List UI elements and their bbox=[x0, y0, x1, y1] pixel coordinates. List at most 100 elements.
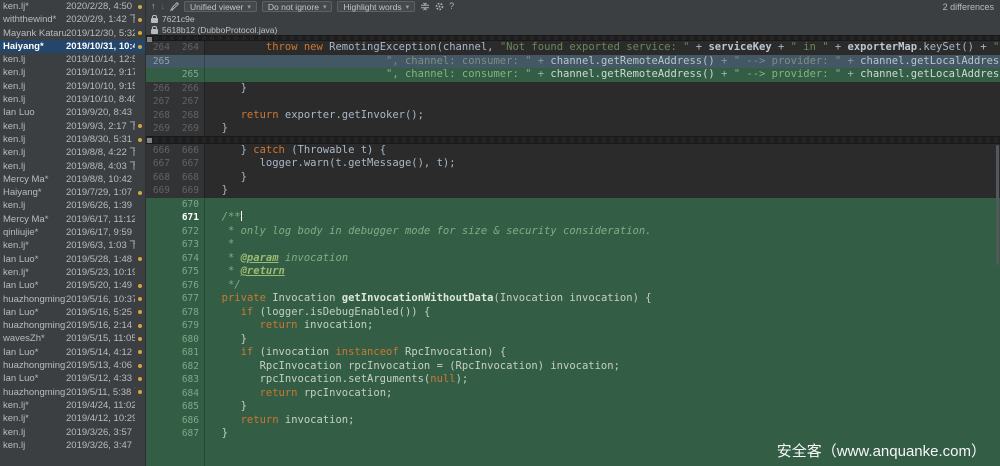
code-line[interactable]: 685 } bbox=[146, 400, 1000, 414]
new-line-number: 685 bbox=[175, 400, 204, 414]
code-line[interactable]: 683 rpcInvocation.setArguments(null); bbox=[146, 373, 1000, 387]
history-row[interactable]: ken.lj2019/10/10, 9:15 下午 bbox=[0, 80, 145, 93]
history-row[interactable]: Ian Luo*2019/5/14, 4:12 下午 bbox=[0, 346, 145, 359]
collapsed-region[interactable] bbox=[146, 35, 1000, 41]
new-line-number: 676 bbox=[175, 279, 204, 293]
unified-viewer-dropdown[interactable]: Unified viewer ▾ bbox=[184, 1, 257, 12]
code-line[interactable]: 684 return rpcInvocation; bbox=[146, 387, 1000, 401]
history-row[interactable]: Mercy Ma*2019/6/17, 11:12 上午 bbox=[0, 213, 145, 226]
history-row[interactable]: Ian Luo*2019/5/20, 1:49 下午 bbox=[0, 279, 145, 292]
next-difference-icon[interactable]: ↓ bbox=[161, 2, 166, 11]
history-row[interactable]: Ian Luo*2019/5/28, 1:48 下午 bbox=[0, 253, 145, 266]
history-row[interactable]: ken.lj2019/9/3, 2:17 下午 bbox=[0, 120, 145, 133]
history-row[interactable]: ken.lj2019/8/8, 4:22 下午 bbox=[0, 146, 145, 159]
code-text bbox=[204, 198, 1000, 212]
code-line[interactable]: 667667 logger.warn(t.getMessage(), t); bbox=[146, 157, 1000, 171]
code-line[interactable]: 265 ", channel: consumer: " + channel.ge… bbox=[146, 68, 1000, 82]
fold-handle[interactable] bbox=[147, 138, 152, 143]
history-row[interactable]: ken.lj*2019/4/24, 11:02 上午 bbox=[0, 399, 145, 412]
code-text: } bbox=[204, 184, 1000, 198]
history-row[interactable]: qinliujie*2019/6/17, 9:59 上午 bbox=[0, 226, 145, 239]
highlight-mode-dropdown[interactable]: Highlight words ▾ bbox=[337, 1, 415, 12]
history-row[interactable]: Ian Luo2019/9/20, 8:43 下午 bbox=[0, 106, 145, 119]
history-row[interactable]: ken.lj*2019/4/12, 10:29 上午 bbox=[0, 412, 145, 425]
new-line-number: 684 bbox=[175, 387, 204, 401]
code-line[interactable]: 267267 bbox=[146, 95, 1000, 109]
history-row[interactable]: ken.lj*2019/5/23, 10:19 上午 bbox=[0, 266, 145, 279]
code-line[interactable]: 675 * @return bbox=[146, 265, 1000, 279]
history-row[interactable]: withthewind*2020/2/9, 1:42 下午 bbox=[0, 13, 145, 26]
history-row[interactable] bbox=[0, 452, 145, 465]
code-line[interactable]: 266266 } bbox=[146, 82, 1000, 96]
history-row[interactable]: ken.lj2019/10/14, 12:58 下午 bbox=[0, 53, 145, 66]
code-line[interactable]: 678 if (logger.isDebugEnabled()) { bbox=[146, 306, 1000, 320]
code-line[interactable]: 677 private Invocation getInvocationWith… bbox=[146, 292, 1000, 306]
history-row[interactable]: ken.lj2019/6/26, 1:39 下午 bbox=[0, 199, 145, 212]
code-line[interactable]: 686 return invocation; bbox=[146, 414, 1000, 428]
commit-marker bbox=[135, 5, 145, 9]
history-row[interactable]: Haiyang*2019/7/29, 1:07 下午 bbox=[0, 186, 145, 199]
diff-pane: ↑ ↓ Unified viewer ▾ Do not ignore ▾ Hig… bbox=[146, 0, 1000, 466]
history-row[interactable]: Ian Luo*2019/5/16, 5:25 下午 bbox=[0, 306, 145, 319]
fold-handle[interactable] bbox=[147, 37, 152, 42]
code-line[interactable]: 673 * bbox=[146, 238, 1000, 252]
history-row[interactable]: ken.lj2019/3/26, 3:47 下午 bbox=[0, 439, 145, 452]
collapsed-region[interactable] bbox=[146, 136, 1000, 144]
code-line[interactable]: 679 return invocation; bbox=[146, 319, 1000, 333]
code-line[interactable]: 670 bbox=[146, 198, 1000, 212]
commit-date: 2019/8/8, 10:42 上午 bbox=[66, 173, 135, 186]
commit-marker bbox=[135, 350, 145, 354]
history-row[interactable]: Haiyang*2019/10/31, 10:47 上午 bbox=[0, 40, 145, 53]
history-row[interactable]: Mayank Kataruk.2019/12/30, 5:32 下午 bbox=[0, 27, 145, 40]
code-line[interactable]: 687 } bbox=[146, 427, 1000, 441]
history-row[interactable]: huazhongming*2019/5/16, 2:14 下午 bbox=[0, 319, 145, 332]
commit-author: Haiyang* bbox=[0, 40, 66, 53]
old-line-number bbox=[146, 279, 175, 293]
diff-editor[interactable]: 264264 throw new RemotingException(chann… bbox=[146, 35, 1000, 466]
history-row[interactable]: ken.lj*2019/6/3, 1:03 下午 bbox=[0, 239, 145, 252]
history-row[interactable]: wavesZh*2019/5/15, 11:05 上午 bbox=[0, 332, 145, 345]
history-row[interactable]: huazhongming*2019/5/11, 5:38 下午 bbox=[0, 386, 145, 399]
history-row[interactable]: ken.lj2019/8/30, 5:31 下午 bbox=[0, 133, 145, 146]
history-row[interactable]: huazhongming*2019/5/13, 4:06 下午 bbox=[0, 359, 145, 372]
history-row[interactable]: ken.lj2019/3/26, 3:57 下午 bbox=[0, 426, 145, 439]
history-row[interactable]: huazhongming*2019/5/16, 10:37 下午 bbox=[0, 293, 145, 306]
code-line[interactable]: 264264 throw new RemotingException(chann… bbox=[146, 41, 1000, 55]
history-row[interactable]: ken.lj2019/8/8, 4:03 下午 bbox=[0, 160, 145, 173]
code-line[interactable]: 681 if (invocation instanceof RpcInvocat… bbox=[146, 346, 1000, 360]
commit-author: Ian Luo bbox=[0, 106, 66, 119]
code-line[interactable]: 669669 } bbox=[146, 184, 1000, 198]
previous-difference-icon[interactable]: ↑ bbox=[151, 2, 156, 11]
history-row[interactable]: ken.lj*2020/2/28, 4:50 下午 bbox=[0, 0, 145, 13]
code-text: ", channel: consumer: " + channel.getRem… bbox=[204, 55, 1000, 69]
code-line[interactable]: 666666 } catch (Throwable t) { bbox=[146, 144, 1000, 158]
history-row[interactable]: Mercy Ma*2019/8/8, 10:42 上午 bbox=[0, 173, 145, 186]
commit-date: 2019/8/8, 4:22 下午 bbox=[66, 146, 135, 159]
code-line[interactable]: 680 } bbox=[146, 333, 1000, 347]
collapse-unchanged-icon[interactable] bbox=[420, 2, 430, 11]
history-row[interactable]: ken.lj2019/10/12, 9:17 下午 bbox=[0, 66, 145, 79]
code-line[interactable]: 668668 } bbox=[146, 171, 1000, 185]
old-line-number bbox=[146, 373, 175, 387]
code-line[interactable]: 269269 } bbox=[146, 122, 1000, 136]
diff-toolbar: ↑ ↓ Unified viewer ▾ Do not ignore ▾ Hig… bbox=[146, 0, 1000, 13]
commit-author: ken.lj bbox=[0, 120, 66, 133]
code-line[interactable]: 676 */ bbox=[146, 279, 1000, 293]
history-row[interactable]: Ian Luo*2019/5/12, 4:33 下午 bbox=[0, 372, 145, 385]
ignore-policy-dropdown[interactable]: Do not ignore ▾ bbox=[262, 1, 333, 12]
commit-author: Ian Luo* bbox=[0, 279, 66, 292]
code-line[interactable]: 268268 return exporter.getInvoker(); bbox=[146, 109, 1000, 123]
code-line[interactable]: 672 * only log body in debugger mode for… bbox=[146, 225, 1000, 239]
history-panel[interactable]: ken.lj*2020/2/28, 4:50 下午withthewind*202… bbox=[0, 0, 146, 466]
code-line[interactable]: 674 * @param invocation bbox=[146, 252, 1000, 266]
code-line[interactable]: 671 /** bbox=[146, 211, 1000, 225]
settings-gear-icon[interactable] bbox=[435, 2, 444, 11]
code-line[interactable]: 682 RpcInvocation rpcInvocation = (RpcIn… bbox=[146, 360, 1000, 374]
parent-commit-hash: 7621c9e bbox=[162, 14, 195, 24]
diff-window: ken.lj*2020/2/28, 4:50 下午withthewind*202… bbox=[0, 0, 1000, 466]
history-row[interactable]: ken.lj2019/10/10, 8:40 上午 bbox=[0, 93, 145, 106]
code-line[interactable]: 265 ", channel: consumer: " + channel.ge… bbox=[146, 55, 1000, 69]
help-icon[interactable]: ? bbox=[449, 2, 454, 11]
edit-pencil-icon[interactable] bbox=[170, 2, 179, 11]
vertical-scrollbar[interactable] bbox=[996, 145, 999, 265]
